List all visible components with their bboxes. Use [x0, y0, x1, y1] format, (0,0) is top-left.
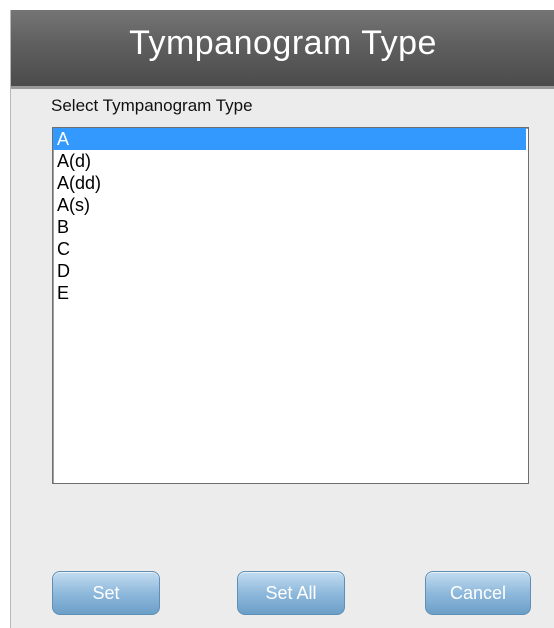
list-item-e[interactable]: E [53, 282, 526, 304]
tympanogram-type-dialog: Tympanogram Type Select Tympanogram Type… [10, 10, 554, 628]
dialog-title: Tympanogram Type [129, 24, 437, 62]
set-button[interactable]: Set [52, 571, 160, 615]
cancel-button[interactable]: Cancel [425, 571, 531, 615]
list-item-a[interactable]: A [53, 128, 526, 150]
list-label: Select Tympanogram Type [51, 96, 253, 115]
list-item-ad[interactable]: A(d) [53, 150, 526, 172]
dialog-titlebar[interactable]: Tympanogram Type [11, 10, 554, 89]
list-item-d[interactable]: D [53, 260, 526, 282]
tympanogram-type-listbox[interactable]: A A(d) A(dd) A(s) B C D E [52, 127, 529, 484]
list-item-add[interactable]: A(dd) [53, 172, 526, 194]
list-item-b[interactable]: B [53, 216, 526, 238]
set-all-button[interactable]: Set All [237, 571, 345, 615]
list-item-as[interactable]: A(s) [53, 194, 526, 216]
list-item-c[interactable]: C [53, 238, 526, 260]
